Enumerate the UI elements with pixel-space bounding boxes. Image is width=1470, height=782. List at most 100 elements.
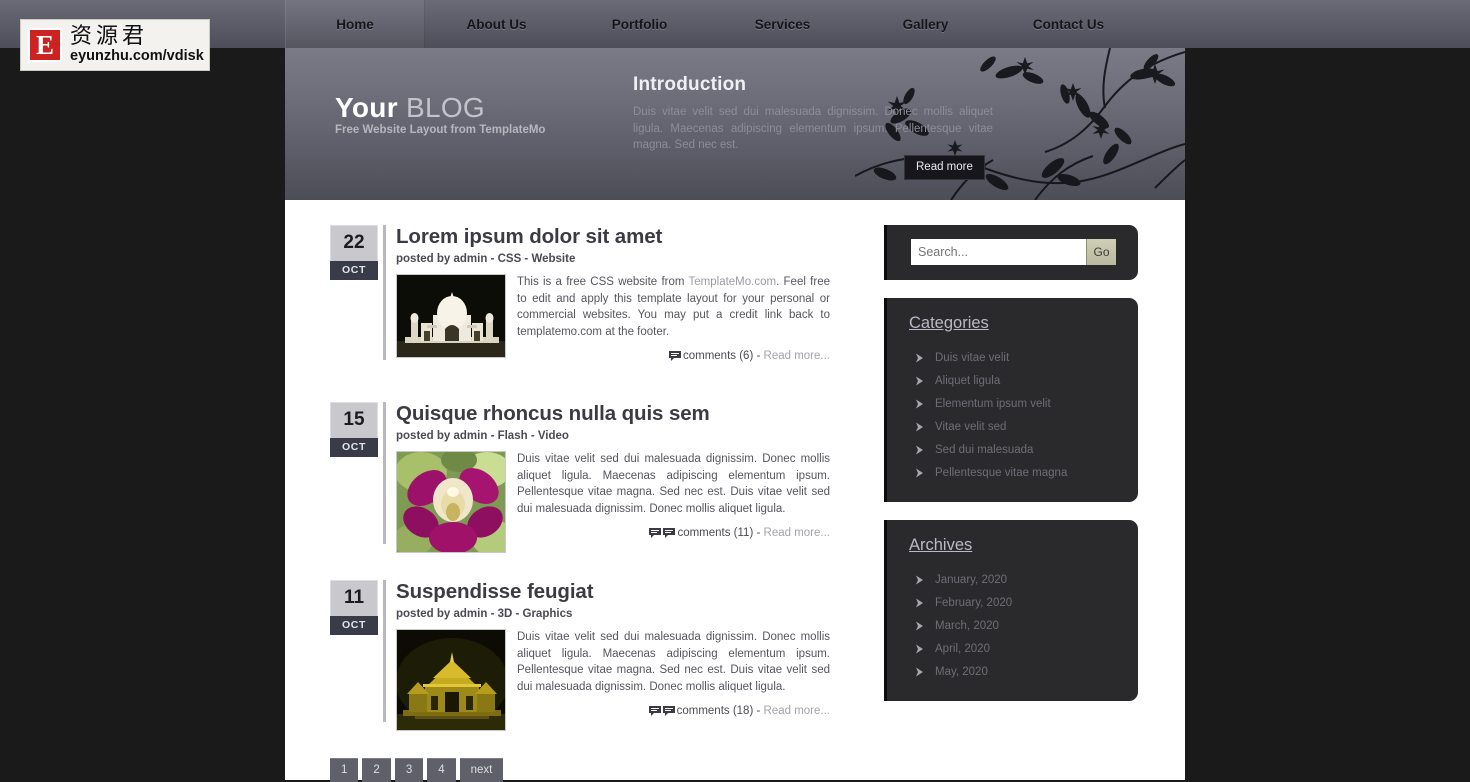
banner-title-light: BLOG [406,92,486,123]
category-label: Vitae velit sed [935,420,1007,433]
archive-label: February, 2020 [935,596,1013,609]
post-footer: comments (18) - Read more... [517,703,830,722]
archive-label: March, 2020 [935,619,999,632]
sidebar-search-box: Go [884,225,1138,280]
category-item[interactable]: Vitae velit sed [909,415,1116,438]
post-thumbnail[interactable] [396,451,506,553]
comment-bubble-icon [668,350,681,367]
archive-item[interactable]: May, 2020 [909,660,1116,683]
archives-list: January, 2020 February, 2020 March, 2020… [909,568,1116,683]
archive-item[interactable]: March, 2020 [909,614,1116,637]
introduction-text: Duis vitae velit sed dui malesuada digni… [633,106,993,151]
post-read-more-link[interactable]: Read more... [764,705,830,717]
search-row: Go [911,239,1116,265]
nav-label: Portfolio [611,16,668,32]
post-vertical-rule [383,580,386,722]
chevron-right-icon [915,421,926,432]
comment-bubble-icon [649,527,662,544]
comment-bubble-icon [663,527,676,544]
comment-bubble-icon [648,705,661,722]
sidebar-archives-box: Archives January, 2020 February, 2020 Ma… [884,520,1138,701]
archive-label: April, 2020 [935,642,990,655]
pagination: 1 2 3 4 next [330,758,830,782]
banner-subtitle: Free Website Layout from TemplateMo [335,124,546,136]
post-title[interactable]: Quisque rhoncus nulla quis sem [396,402,830,426]
sidebar-categories-box: Categories Duis vitae velit Aliquet ligu… [884,298,1138,502]
comment-bubble-icon [662,705,675,722]
category-item[interactable]: Duis vitae velit [909,346,1116,369]
pagination-page-2[interactable]: 2 [362,758,391,782]
pagination-next[interactable]: next [459,758,504,782]
post-thumbnail[interactable] [396,629,506,731]
post-date-day: 11 [330,580,378,616]
post-excerpt: Duis vitae velit sed dui malesuada digni… [517,451,830,553]
post-thumbnail[interactable] [396,274,506,358]
search-go-button[interactable]: Go [1086,239,1116,265]
post-date-day: 15 [330,402,378,438]
archive-item[interactable]: February, 2020 [909,591,1116,614]
search-input[interactable] [911,239,1086,265]
site-logo-watermark: E 资源君 eyunzhu.com/vdisk [20,19,210,71]
nav-item-portfolio[interactable]: Portfolio [568,0,711,48]
banner-introduction-block: Introduction Duis vitae velit sed dui ma… [633,74,993,154]
post-body: Lorem ipsum dolor sit amet posted by adm… [396,225,830,367]
post-footer: comments (11) - Read more... [517,525,830,544]
nav-label: About Us [466,16,527,32]
banner-read-more-button[interactable]: Read more [904,155,985,180]
post-read-more-link[interactable]: Read more... [764,350,830,362]
post-title[interactable]: Lorem ipsum dolor sit amet [396,225,830,249]
archive-item[interactable]: April, 2020 [909,637,1116,660]
post-date-day: 22 [330,225,378,261]
category-item[interactable]: Aliquet ligula [909,369,1116,392]
hero-banner: Your BLOG Free Website Layout from Templ… [285,48,1185,200]
post-date-month: OCT [330,261,378,280]
post-meta: posted by admin - Flash - Video [396,430,569,442]
nav-label: Contact Us [1032,16,1105,32]
content-area: 22 OCT Lorem ipsum dolor sit amet posted… [285,200,1185,782]
archives-heading[interactable]: Archives [909,536,1116,555]
logo-url: eyunzhu.com/vdisk [70,48,204,65]
category-label: Sed dui malesuada [935,443,1034,456]
post-comment-count[interactable]: comments (11) [677,527,753,539]
purple-orchid-photo-icon [397,452,505,552]
post-content-row: This is a free CSS website from Template… [396,274,830,367]
nav-item-gallery[interactable]: Gallery [854,0,997,48]
category-label: Elementum ipsum velit [935,397,1051,410]
post-footer-separator: - [753,527,764,540]
archive-label: May, 2020 [935,665,988,678]
logo-letter-icon: E [28,28,62,62]
nav-item-contact-us[interactable]: Contact Us [997,0,1140,48]
nav-list: Home About Us Portfolio Services Gallery… [285,0,1185,48]
chevron-right-icon [915,375,926,386]
taj-mahal-photo-icon [397,275,505,357]
post-title[interactable]: Suspendisse feugiat [396,580,830,604]
categories-heading[interactable]: Categories [909,314,1116,333]
post-content-row: Duis vitae velit sed dui malesuada digni… [396,629,830,731]
category-item[interactable]: Pellentesque vitae magna [909,461,1116,484]
nav-label: Services [754,16,811,32]
archive-item[interactable]: January, 2020 [909,568,1116,591]
post-comment-count[interactable]: comments (6) [683,350,753,362]
chevron-right-icon [915,444,926,455]
archive-label: January, 2020 [935,573,1008,586]
nav-item-home[interactable]: Home [285,0,425,48]
post-read-more-link[interactable]: Read more... [764,527,830,539]
nav-item-services[interactable]: Services [711,0,854,48]
post-excerpt-link[interactable]: TemplateMo.com [689,276,777,288]
post-meta: posted by admin - CSS - Website [396,253,576,265]
golden-thai-temple-photo-icon [397,630,505,730]
category-label: Aliquet ligula [935,374,1001,387]
category-item[interactable]: Elementum ipsum velit [909,392,1116,415]
post-date-badge: 15 OCT [330,402,378,457]
category-item[interactable]: Sed dui malesuada [909,438,1116,461]
logo-text: 资源君 eyunzhu.com/vdisk [70,25,204,64]
pagination-page-4[interactable]: 4 [427,758,456,782]
nav-item-about-us[interactable]: About Us [425,0,568,48]
pagination-page-1[interactable]: 1 [330,758,359,782]
post-date-month: OCT [330,438,378,457]
blog-post: 22 OCT Lorem ipsum dolor sit amet posted… [330,225,830,375]
top-navigation-bar: Home About Us Portfolio Services Gallery… [0,0,1470,48]
post-footer-separator: - [753,705,764,718]
pagination-page-3[interactable]: 3 [394,758,424,782]
post-comment-count[interactable]: comments (18) [677,705,754,717]
